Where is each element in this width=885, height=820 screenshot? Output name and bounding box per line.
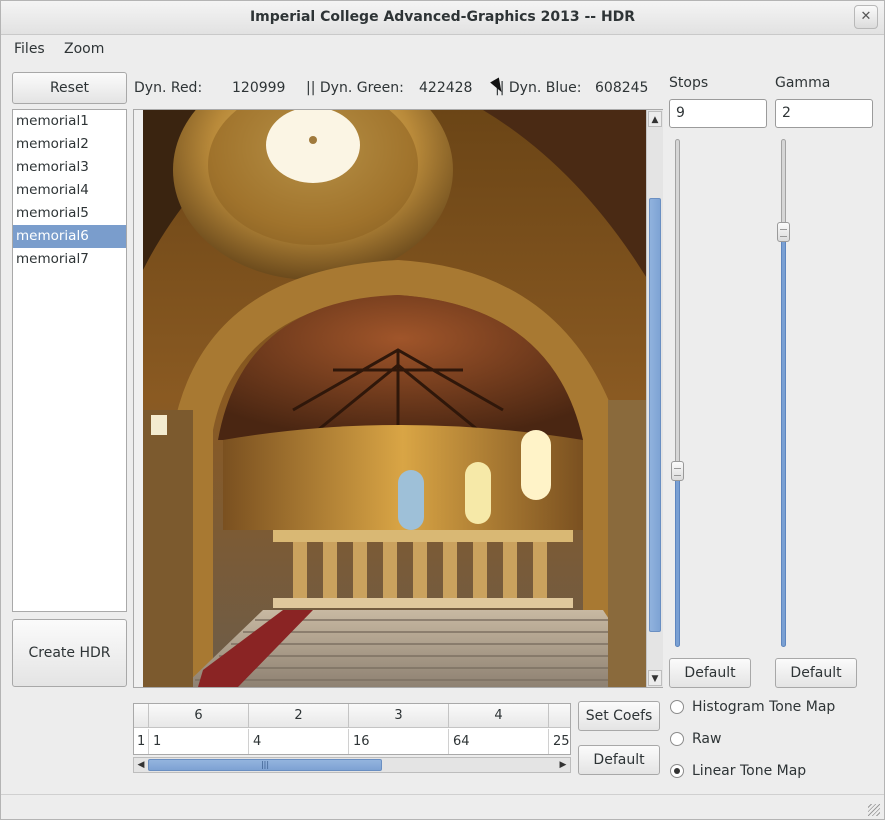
radio-raw[interactable]	[670, 732, 684, 746]
coef-cell[interactable]: 16	[349, 729, 449, 754]
window-title: Imperial College Advanced-Graphics 2013 …	[249, 9, 636, 25]
coef-header-cell: 4	[449, 704, 549, 728]
coef-header-cell	[549, 704, 570, 728]
coef-header-cell: 3	[349, 704, 449, 728]
stops-slider-fill	[675, 471, 680, 647]
coef-cell[interactable]: 4	[249, 729, 349, 754]
menu-zoom[interactable]: Zoom	[64, 41, 104, 57]
stops-label: Stops	[669, 75, 709, 91]
status-bar	[1, 794, 884, 819]
dyn-blue-value: 608245	[595, 80, 649, 96]
list-item-memorial3[interactable]: memorial3	[13, 156, 126, 179]
resize-grip-icon[interactable]	[868, 804, 880, 816]
create-hdr-button[interactable]: Create HDR	[12, 619, 127, 687]
coef-header-cell: 2	[249, 704, 349, 728]
coef-header-cell: 6	[149, 704, 249, 728]
radio-linear-tone-map[interactable]	[670, 764, 684, 778]
scroll-down-icon[interactable]: ▼	[648, 670, 662, 686]
list-item-memorial2[interactable]: memorial2	[13, 133, 126, 156]
app-window: Imperial College Advanced-Graphics 2013 …	[0, 0, 885, 820]
gamma-label: Gamma	[775, 75, 831, 91]
dyn-green-label: || Dyn. Green:	[306, 80, 404, 96]
menu-bar: Files Zoom	[1, 35, 884, 63]
gamma-slider-fill	[781, 231, 786, 647]
radio-histogram-tone-map[interactable]	[670, 700, 684, 714]
scroll-left-icon[interactable]: ◀	[134, 758, 148, 772]
coef-header-row: 6 2 3 4	[134, 704, 570, 728]
coefs-default-button[interactable]: Default	[578, 745, 660, 775]
gamma-input[interactable]: 2	[775, 99, 873, 128]
set-coefs-button[interactable]: Set Coefs	[578, 701, 660, 731]
stops-default-button[interactable]: Default	[669, 658, 751, 688]
dyn-blue-label: || Dyn. Blue:	[495, 80, 582, 96]
hdr-photo	[143, 110, 654, 687]
list-item-memorial1[interactable]: memorial1	[13, 110, 126, 133]
horizontal-scroll-thumb[interactable]: |||	[148, 759, 382, 771]
image-list: memorial1 memorial2 memorial3 memorial4 …	[12, 109, 127, 612]
radio-raw-label[interactable]: Raw	[692, 731, 721, 747]
gamma-default-button[interactable]: Default	[775, 658, 857, 688]
stops-input[interactable]: 9	[669, 99, 767, 128]
dyn-red-label: Dyn. Red:	[134, 80, 203, 96]
close-icon[interactable]: ✕	[854, 5, 878, 29]
list-item-memorial6[interactable]: memorial6	[13, 225, 126, 248]
coef-cell[interactable]: 1	[134, 729, 149, 754]
dyn-red-value: 120999	[232, 80, 286, 96]
vertical-scroll-thumb[interactable]	[649, 198, 661, 632]
scroll-right-icon[interactable]: ▶	[556, 758, 570, 772]
list-item-memorial7[interactable]: memorial7	[13, 248, 126, 271]
coef-cell[interactable]: 256	[549, 729, 570, 754]
coefficient-table: 6 2 3 4 1 1 4 16 64 256	[133, 703, 571, 755]
table-horizontal-scrollbar[interactable]: ◀ ||| ▶	[133, 757, 571, 773]
radio-linear-tone-map-label[interactable]: Linear Tone Map	[692, 763, 806, 779]
scroll-up-icon[interactable]: ▲	[648, 111, 662, 127]
gamma-slider-handle[interactable]	[777, 221, 790, 242]
list-item-memorial5[interactable]: memorial5	[13, 202, 126, 225]
coef-cell[interactable]: 1	[149, 729, 249, 754]
radio-histogram-tone-map-label[interactable]: Histogram Tone Map	[692, 699, 835, 715]
list-item-memorial4[interactable]: memorial4	[13, 179, 126, 202]
reset-button[interactable]: Reset	[12, 72, 127, 104]
coef-header-cell	[134, 704, 149, 728]
dyn-green-value: 422428	[419, 80, 473, 96]
image-preview[interactable]: ▲ ▼	[133, 109, 663, 688]
image-vertical-scrollbar[interactable]: ▲ ▼	[646, 110, 663, 687]
menu-files[interactable]: Files	[14, 41, 45, 57]
title-bar: Imperial College Advanced-Graphics 2013 …	[1, 1, 884, 35]
stops-slider-handle[interactable]	[671, 461, 684, 482]
coef-cell[interactable]: 64	[449, 729, 549, 754]
